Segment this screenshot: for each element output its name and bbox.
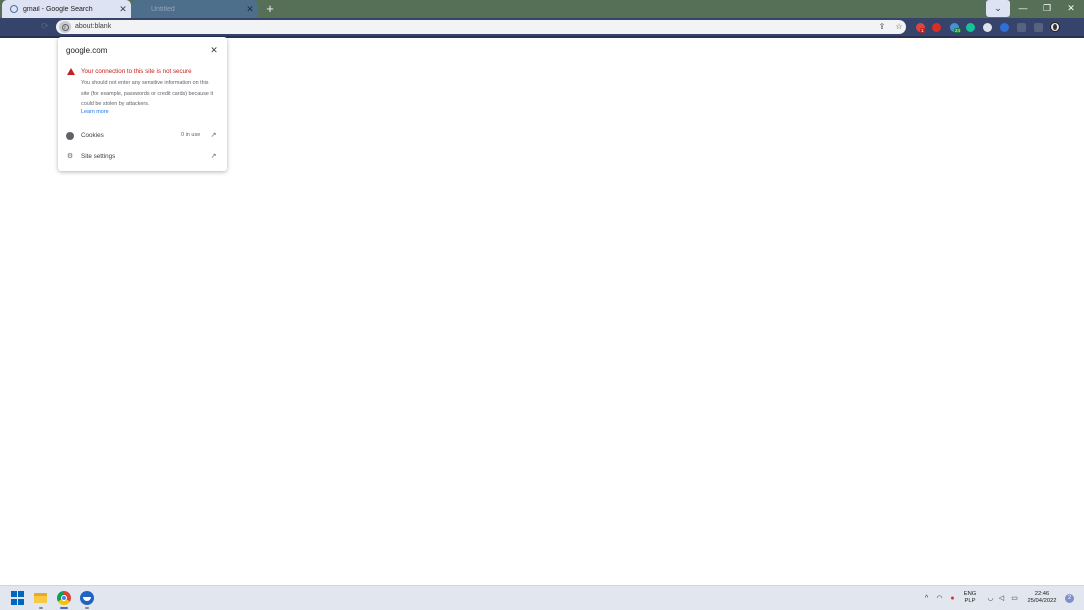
volume-icon[interactable]: ◁ — [997, 594, 1006, 603]
input-language[interactable]: ENG PLP — [962, 591, 978, 605]
site-settings-label: Site settings — [81, 153, 116, 160]
site-settings-row[interactable]: ⚙ Site settings ↗ — [58, 150, 227, 164]
keyboard-layout: PLP — [964, 598, 976, 604]
windows-taskbar: ^ ◠ ● ENG PLP ◡ ◁ ▭ 22:46 25/04/2022 2 — [0, 585, 1084, 610]
warning-body: You should not enter any sensitive infor… — [81, 80, 214, 107]
learn-more-link[interactable]: Learn more — [81, 109, 109, 115]
ext-sidepanel-icon[interactable] — [1034, 23, 1043, 32]
ext-red-badge-icon[interactable]: 1 — [916, 23, 925, 33]
info-icon: i — [61, 23, 69, 31]
minimize-button[interactable]: — — [1011, 0, 1035, 17]
running-indicator — [85, 607, 89, 609]
cookies-row[interactable]: Cookies 0 in use ↗ — [58, 129, 227, 143]
share-icon[interactable]: ⇪ — [877, 22, 887, 32]
new-tab-button[interactable]: + — [263, 2, 277, 16]
bookmark-star-icon[interactable]: ☆ — [894, 22, 904, 32]
active-indicator — [60, 607, 68, 609]
tab-title: gmail - Google Search — [23, 5, 93, 13]
date: 25/04/2022 — [1027, 598, 1057, 604]
ext-white-shield-icon[interactable] — [983, 23, 992, 32]
tab-close-icon[interactable]: ✕ — [115, 4, 131, 15]
clock[interactable]: 22:46 25/04/2022 — [1024, 591, 1060, 605]
cookie-icon — [66, 132, 74, 140]
time: 22:46 — [1034, 591, 1050, 597]
external-link-icon: ↗ — [210, 132, 217, 139]
tray-chrome-icon[interactable]: ● — [948, 594, 957, 603]
cookies-count: 0 in use — [181, 132, 201, 138]
start-button[interactable] — [11, 591, 25, 605]
tab-title: Untitled — [151, 5, 175, 13]
file-explorer-icon[interactable] — [34, 591, 48, 605]
profile-avatar[interactable] — [1050, 22, 1060, 32]
ext-grammarly-icon[interactable] — [966, 23, 975, 32]
tab-search-chevron-icon[interactable]: ⌄ — [986, 0, 1010, 17]
url-text[interactable]: about:blank — [75, 22, 111, 32]
running-indicator — [39, 607, 43, 609]
tab-untitled[interactable]: Untitled ✕ — [131, 0, 258, 18]
close-window-button[interactable]: ✕ — [1059, 0, 1083, 17]
ext-red-drop-icon[interactable] — [932, 23, 941, 32]
popup-close-icon[interactable]: ✕ — [209, 45, 219, 55]
warning-title: Your connection to this site is not secu… — [81, 68, 192, 75]
tab-gmail-search[interactable]: gmail - Google Search ✕ — [2, 0, 131, 18]
notifications-badge[interactable]: 2 — [1065, 594, 1074, 603]
tab-strip: gmail - Google Search ✕ Untitled ✕ + ⌄ —… — [0, 0, 1084, 18]
warning-triangle-icon — [67, 68, 75, 75]
address-bar[interactable]: i about:blank ⇪ ☆ — [56, 20, 906, 34]
battery-icon[interactable]: ▭ — [1010, 594, 1019, 603]
extension-badge: 1 — [920, 28, 925, 33]
ext-blue-square-icon[interactable] — [1000, 23, 1009, 32]
external-link-icon: ↗ — [210, 153, 217, 160]
tab-close-icon[interactable]: ✕ — [242, 4, 258, 15]
restore-button[interactable]: ❐ — [1035, 0, 1059, 17]
popup-domain: google.com — [66, 46, 108, 55]
cookies-label: Cookies — [81, 132, 104, 139]
show-hidden-icons-chevron-icon[interactable]: ^ — [922, 594, 931, 603]
wifi-icon[interactable]: ◡ — [986, 594, 995, 603]
browser-toolbar: ⟳ i about:blank ⇪ ☆ 1 24 — [0, 18, 1084, 38]
extension-badge: 24 — [954, 28, 962, 33]
ext-puzzle-icon[interactable] — [1017, 23, 1026, 32]
tray-app-icon[interactable]: ◠ — [935, 594, 944, 603]
chrome-icon[interactable] — [57, 591, 71, 605]
google-favicon-icon — [10, 5, 18, 13]
app-blue-circle-icon[interactable] — [80, 591, 94, 605]
site-info-button[interactable]: i — [59, 21, 71, 33]
site-info-popup: google.com ✕ Your connection to this sit… — [58, 37, 227, 171]
reload-icon[interactable]: ⟳ — [40, 21, 50, 31]
ext-blue-24-icon[interactable]: 24 — [950, 23, 962, 33]
language-code: ENG — [963, 591, 977, 597]
gear-icon: ⚙ — [66, 153, 74, 160]
